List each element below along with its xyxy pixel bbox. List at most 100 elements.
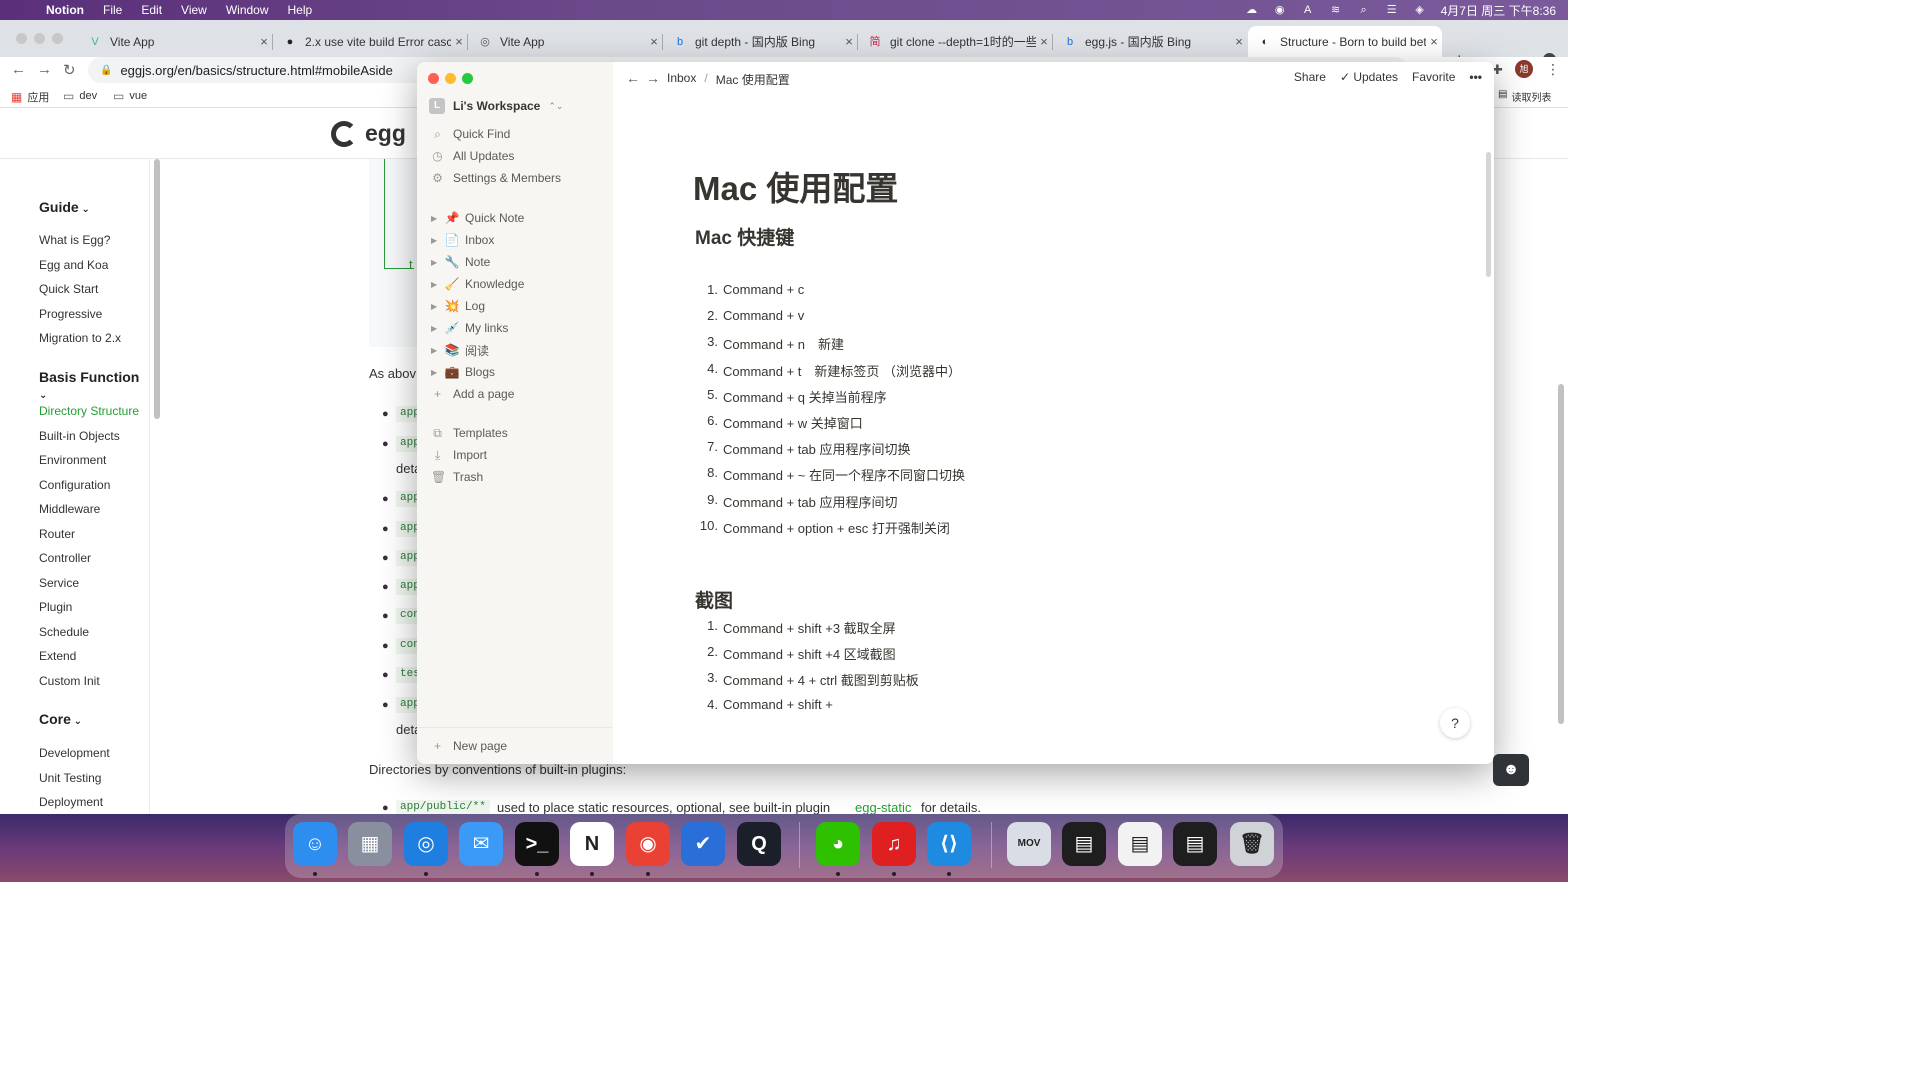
notion-zoom-button[interactable]: [462, 73, 473, 84]
numbered-list-item[interactable]: 2. Command + shift +4 区域截图: [695, 644, 896, 663]
numbered-list-item[interactable]: 4. Command + shift +: [695, 697, 833, 712]
wifi-icon[interactable]: ≋: [1329, 4, 1343, 16]
finder-icon[interactable]: ☺: [293, 822, 337, 866]
breadcrumb-current-page[interactable]: Mac 使用配置: [716, 71, 790, 88]
menu-app-name[interactable]: Notion: [46, 3, 84, 17]
browser-tab[interactable]: V Vite App ×: [78, 26, 272, 57]
sidebar-quick-find[interactable]: ⌕ Quick Find: [431, 125, 510, 143]
help-button[interactable]: ?: [1440, 708, 1470, 738]
numbered-list-item[interactable]: 7. Command + tab 应用程序间切换: [695, 439, 910, 458]
notion-scrollbar[interactable]: [1486, 152, 1491, 277]
menu-help[interactable]: Help: [288, 3, 313, 17]
vscode-window-1-icon[interactable]: ▤: [1062, 822, 1106, 866]
numbered-list-item[interactable]: 6. Command + w 关掉窗口: [695, 413, 863, 432]
expand-toggle-icon[interactable]: ▶: [431, 324, 443, 333]
expand-toggle-icon[interactable]: ▶: [431, 346, 443, 355]
close-icon[interactable]: ×: [256, 34, 272, 49]
netease-window-icon[interactable]: ▤: [1118, 822, 1162, 866]
workspace-switcher[interactable]: L Li's Workspace ⌃⌄: [429, 98, 563, 114]
sidebar-link[interactable]: Built-in Objects: [39, 429, 120, 443]
browser-tab[interactable]: 简 git clone --depth=1时的一些问题×: [858, 26, 1052, 57]
expand-toggle-icon[interactable]: ▶: [431, 302, 443, 311]
close-icon[interactable]: ×: [451, 34, 467, 49]
trash-icon[interactable]: 🗑: [1230, 822, 1274, 866]
sidebar-settings-members[interactable]: ⚙ Settings & Members: [431, 169, 561, 187]
spotlight-search-icon[interactable]: ⌕: [1357, 4, 1371, 16]
bookmark-apps[interactable]: ▦ 应用: [11, 89, 49, 105]
netease-music-icon[interactable]: ♫: [872, 822, 916, 866]
notion-close-button[interactable]: [428, 73, 439, 84]
menu-file[interactable]: File: [103, 3, 122, 17]
sidebar-section-guide[interactable]: Guide ⌄: [39, 199, 90, 215]
media-status-icon[interactable]: ◉: [1273, 4, 1287, 16]
sidebar-link[interactable]: Middleware: [39, 502, 100, 516]
lock-icon[interactable]: 🔒: [100, 65, 112, 76]
heading-screenshot[interactable]: 截图: [695, 586, 733, 613]
sidebar-link[interactable]: Egg and Koa: [39, 258, 108, 272]
sidebar-link[interactable]: Environment: [39, 453, 106, 467]
siri-icon[interactable]: ◈: [1413, 4, 1427, 16]
sidebar-link[interactable]: Schedule: [39, 625, 89, 639]
numbered-list-item[interactable]: 3. Command + 4 + ctrl 截图到剪贴板: [695, 670, 919, 689]
reload-icon[interactable]: ↻: [63, 61, 76, 79]
heading-shortcuts[interactable]: Mac 快捷键: [695, 223, 794, 250]
sidebar-link[interactable]: Progressive: [39, 307, 102, 321]
sidebar-page-item[interactable]: ▶ 📌 Quick Note: [431, 209, 524, 227]
numbered-list-item[interactable]: 1. Command + shift +3 截取全屏: [695, 618, 896, 637]
terminal-icon[interactable]: >_: [515, 822, 559, 866]
menu-clock[interactable]: 4月7日 周三 下午8:36: [1441, 2, 1556, 19]
close-icon[interactable]: ×: [841, 34, 857, 49]
forward-icon[interactable]: →: [37, 61, 52, 78]
sidebar-section-core[interactable]: Core ⌄: [39, 711, 82, 727]
mov-file-icon[interactable]: MOV: [1007, 822, 1051, 866]
expand-toggle-icon[interactable]: ▶: [431, 214, 443, 223]
bookmark-folder-dev[interactable]: ▭ dev: [63, 89, 97, 103]
sidebar-link[interactable]: Service: [39, 576, 79, 590]
numbered-list-item[interactable]: 1. Command + c: [695, 282, 804, 297]
sidebar-link[interactable]: Unit Testing: [39, 771, 101, 785]
profile-avatar[interactable]: 旭: [1515, 60, 1533, 78]
vscode-window-2-icon[interactable]: ▤: [1173, 822, 1217, 866]
numbered-list-item[interactable]: 8. Command + ~ 在同一个程序不同窗口切换: [695, 465, 965, 484]
more-icon[interactable]: •••: [1469, 70, 1482, 84]
wechat-status-icon[interactable]: ☁: [1245, 4, 1259, 16]
sidebar-link[interactable]: Quick Start: [39, 282, 98, 296]
sidebar-link[interactable]: Plugin: [39, 600, 72, 614]
expand-toggle-icon[interactable]: ▶: [431, 280, 443, 289]
menu-edit[interactable]: Edit: [141, 3, 162, 17]
sidebar-link[interactable]: Directory Structure: [39, 404, 139, 418]
expand-toggle-icon[interactable]: ▶: [431, 236, 443, 245]
launchpad-icon[interactable]: ▦: [348, 822, 392, 866]
sidebar-scrollbar[interactable]: [154, 159, 160, 419]
menu-window[interactable]: Window: [226, 3, 269, 17]
sidebar-link[interactable]: Controller: [39, 551, 91, 565]
input-method-icon[interactable]: A: [1301, 4, 1315, 16]
browser-tab[interactable]: ● 2.x use vite build Error cascade×: [273, 26, 467, 57]
sidebar-link[interactable]: Configuration: [39, 478, 110, 492]
chatbot-icon[interactable]: ☻: [1493, 754, 1529, 786]
sidebar-page-item[interactable]: ▶ 🔧 Note: [431, 253, 490, 271]
browser-tab[interactable]: b git depth - 国内版 Bing ×: [663, 26, 857, 57]
sidebar-page-item[interactable]: ▶ 📄 Inbox: [431, 231, 494, 249]
sidebar-section-basis-function[interactable]: Basis Function ⌄: [39, 369, 149, 401]
close-icon[interactable]: ×: [1426, 34, 1442, 49]
sidebar-link[interactable]: Development: [39, 746, 110, 760]
sidebar-link[interactable]: Router: [39, 527, 75, 541]
sidebar-page-item[interactable]: ▶ 💉 My links: [431, 319, 508, 337]
expand-toggle-icon[interactable]: ▶: [431, 368, 443, 377]
sidebar-templates[interactable]: ⧉ Templates: [431, 424, 508, 442]
notion-icon[interactable]: N: [570, 822, 614, 866]
sidebar-page-item[interactable]: ▶ 💼 Blogs: [431, 363, 495, 381]
quicktime-icon[interactable]: Q: [737, 822, 781, 866]
address-url[interactable]: eggjs.org/en/basics/structure.html#mobil…: [120, 63, 392, 78]
breadcrumb-inbox[interactable]: Inbox: [667, 71, 696, 88]
browser-menu-icon[interactable]: ⋮: [1546, 61, 1560, 78]
sidebar-trash[interactable]: 🗑 Trash: [431, 468, 483, 486]
numbered-list-item[interactable]: 2. Command + v: [695, 308, 804, 323]
add-page-button[interactable]: + Add a page: [431, 385, 514, 403]
numbered-list-item[interactable]: 9. Command + tab 应用程序间切: [695, 492, 897, 511]
egg-logo[interactable]: egg: [331, 120, 406, 147]
sidebar-link[interactable]: What is Egg?: [39, 233, 110, 247]
notion-minimize-button[interactable]: [445, 73, 456, 84]
notion-nav-arrows[interactable]: ←→: [626, 70, 666, 86]
